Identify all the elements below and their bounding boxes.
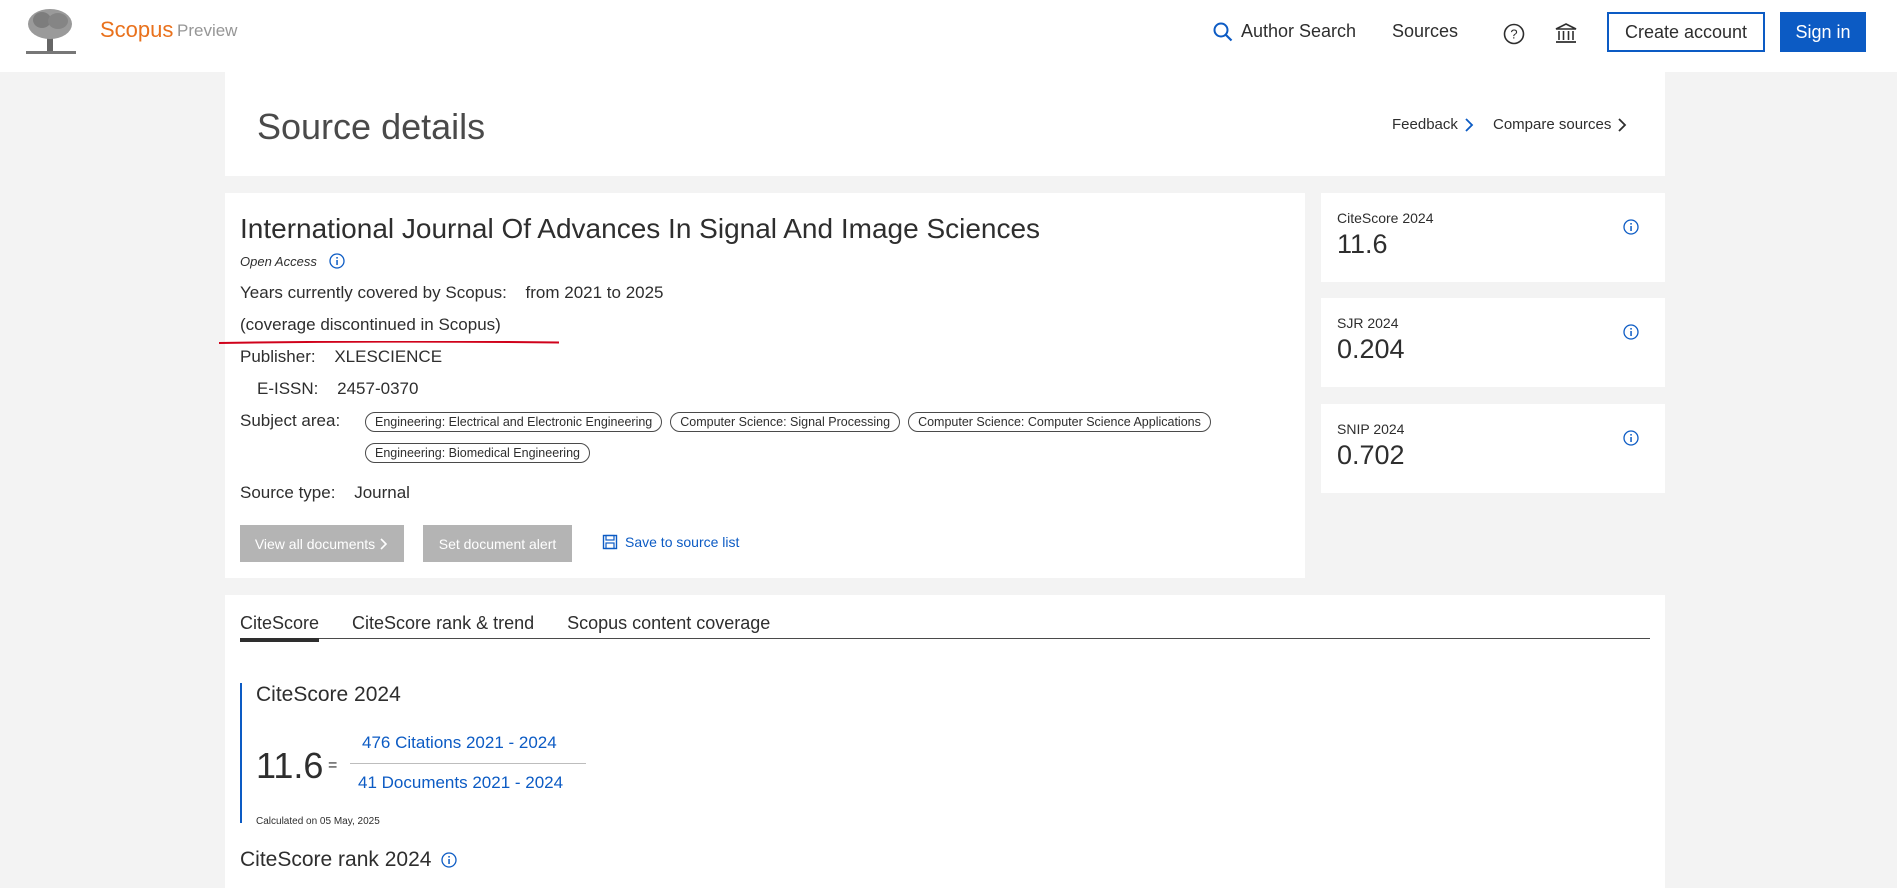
- sjr-label: SJR 2024: [1337, 315, 1399, 331]
- source-type-row: Source type: Journal: [240, 483, 410, 503]
- institution-icon[interactable]: [1552, 20, 1580, 48]
- subject-chip[interactable]: Engineering: Biomedical Engineering: [365, 443, 590, 463]
- sign-in-button[interactable]: Sign in: [1780, 12, 1866, 52]
- info-icon[interactable]: [329, 253, 345, 269]
- help-icon[interactable]: ?: [1500, 20, 1528, 48]
- save-to-source-list-link[interactable]: Save to source list: [602, 534, 739, 550]
- info-icon[interactable]: [441, 852, 458, 868]
- subject-area-chips: Engineering: Electrical and Electronic E…: [365, 412, 1265, 463]
- elsevier-logo-icon[interactable]: [22, 6, 80, 56]
- author-search-label: Author Search: [1241, 21, 1357, 41]
- source-type-label: Source type:: [240, 483, 336, 502]
- open-access-label: Open Access: [240, 253, 345, 269]
- red-underline-annotation: [219, 341, 559, 344]
- subject-chip[interactable]: Engineering: Electrical and Electronic E…: [365, 412, 663, 432]
- years-covered-label: Years currently covered by Scopus:: [240, 283, 507, 302]
- tab-scopus-content-coverage[interactable]: Scopus content coverage: [567, 613, 770, 639]
- author-search-link[interactable]: Author Search: [1213, 21, 1356, 42]
- subject-chip[interactable]: Computer Science: Computer Science Appli…: [908, 412, 1211, 432]
- publisher-row: Publisher: XLESCIENCE: [240, 347, 442, 367]
- eissn-label: E-ISSN:: [257, 379, 319, 398]
- source-info-panel: International Journal Of Advances In Sig…: [219, 193, 1305, 578]
- citescore-panel: CiteScore CiteScore rank & trend Scopus …: [225, 595, 1665, 888]
- info-icon[interactable]: [1623, 324, 1639, 340]
- info-icon[interactable]: [1623, 430, 1639, 446]
- citescore-rank-title: CiteScore rank 2024: [240, 848, 432, 871]
- top-navigation-bar: Scopus Preview Author Search Sources ? C…: [0, 0, 1897, 72]
- info-icon[interactable]: [1623, 219, 1639, 235]
- feedback-label: Feedback: [1392, 116, 1458, 133]
- equals-sign: =: [328, 757, 338, 774]
- coverage-note: (coverage discontinued in Scopus): [240, 315, 501, 334]
- open-access-text: Open Access: [240, 253, 317, 269]
- publisher-value: XLESCIENCE: [334, 347, 443, 366]
- view-all-documents-label: View all documents: [254, 535, 376, 552]
- calculated-date: Calculated on 05 May, 2025: [256, 816, 380, 827]
- search-icon: [1213, 22, 1233, 41]
- years-covered-value: from 2021 to 2025: [525, 283, 664, 302]
- citescore-value: 11.6: [1337, 229, 1388, 259]
- publisher-label: Publisher:: [240, 347, 316, 366]
- create-account-button[interactable]: Create account: [1607, 12, 1765, 52]
- sjr-card: SJR 2024 0.204: [1321, 298, 1665, 387]
- documents-link[interactable]: 41 Documents 2021 - 2024: [358, 773, 563, 793]
- citescore-label: CiteScore 2024: [1337, 210, 1434, 226]
- citescore-calculation: CiteScore 2024 11.6 = 476 Citations 2021…: [240, 683, 640, 827]
- subject-area-label: Subject area:: [240, 411, 341, 430]
- snip-card: SNIP 2024 0.702: [1321, 404, 1665, 493]
- chevron-right-icon: [380, 537, 388, 550]
- metrics-tabs: CiteScore CiteScore rank & trend Scopus …: [240, 613, 1650, 642]
- citations-link[interactable]: 476 Citations 2021 - 2024: [362, 733, 557, 753]
- journal-title: International Journal Of Advances In Sig…: [240, 213, 1041, 244]
- set-document-alert-button[interactable]: Set document alert: [423, 525, 572, 562]
- subject-chip[interactable]: Computer Science: Signal Processing: [670, 412, 901, 432]
- compare-sources-link[interactable]: Compare sources: [1493, 116, 1627, 133]
- save-icon: [602, 534, 618, 550]
- compare-sources-label: Compare sources: [1493, 116, 1612, 133]
- source-type-value: Journal: [354, 483, 410, 502]
- tab-citescore-rank-trend[interactable]: CiteScore rank & trend: [352, 613, 534, 639]
- snip-label: SNIP 2024: [1337, 421, 1405, 437]
- scopus-brand[interactable]: Scopus: [100, 17, 173, 43]
- tab-citescore[interactable]: CiteScore: [240, 613, 320, 642]
- citescore-card: CiteScore 2024 11.6: [1321, 193, 1665, 282]
- citescore-rank-heading: CiteScore rank 2024: [240, 848, 458, 872]
- sources-link[interactable]: Sources: [1392, 21, 1458, 42]
- source-details-header: Source details Feedback Compare sources: [225, 72, 1665, 176]
- citescore-title: CiteScore 2024: [256, 683, 401, 706]
- chevron-right-icon: [1465, 117, 1474, 132]
- chevron-right-icon: [1618, 117, 1627, 132]
- feedback-link[interactable]: Feedback: [1392, 116, 1474, 133]
- page-title: Source details: [257, 106, 486, 147]
- svg-text:?: ?: [1510, 27, 1517, 42]
- view-all-documents-button[interactable]: View all documents: [240, 525, 404, 562]
- eissn-row: E-ISSN: 2457-0370: [257, 379, 418, 399]
- years-covered-row: Years currently covered by Scopus: from …: [240, 283, 664, 303]
- sjr-value: 0.204: [1337, 334, 1405, 364]
- eissn-value: 2457-0370: [337, 379, 419, 398]
- snip-value: 0.702: [1337, 440, 1405, 470]
- fraction-divider: [350, 763, 586, 764]
- preview-label: Preview: [177, 21, 238, 40]
- citescore-big-value: 11.6: [256, 745, 324, 786]
- save-to-source-list-label: Save to source list: [625, 534, 740, 550]
